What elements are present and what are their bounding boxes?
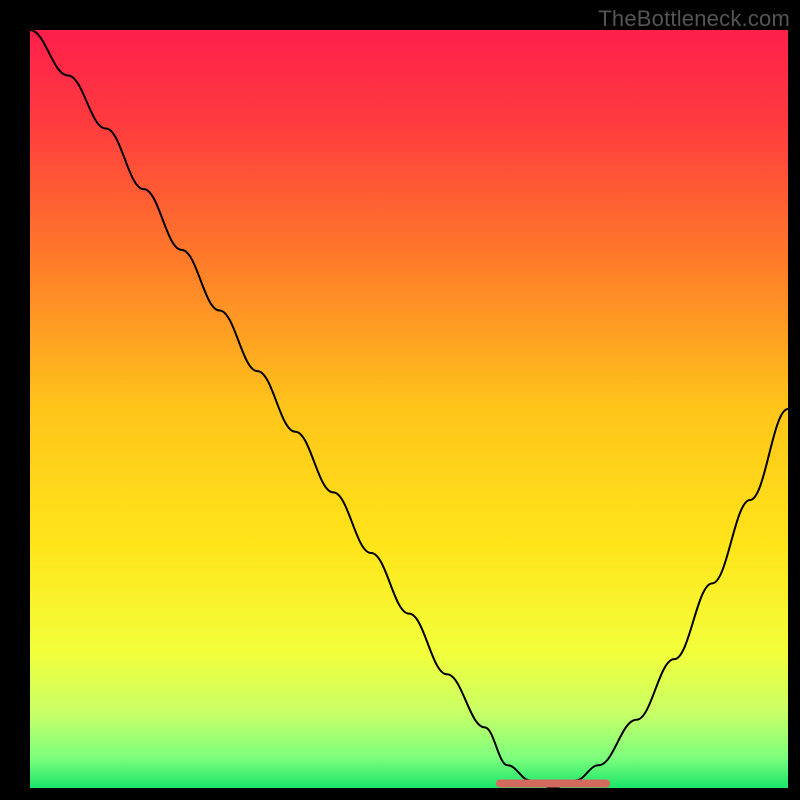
watermark-text: TheBottleneck.com bbox=[598, 6, 790, 32]
chart-frame: TheBottleneck.com bbox=[0, 0, 800, 800]
plot-background bbox=[30, 30, 788, 788]
bottleneck-chart bbox=[0, 0, 800, 800]
